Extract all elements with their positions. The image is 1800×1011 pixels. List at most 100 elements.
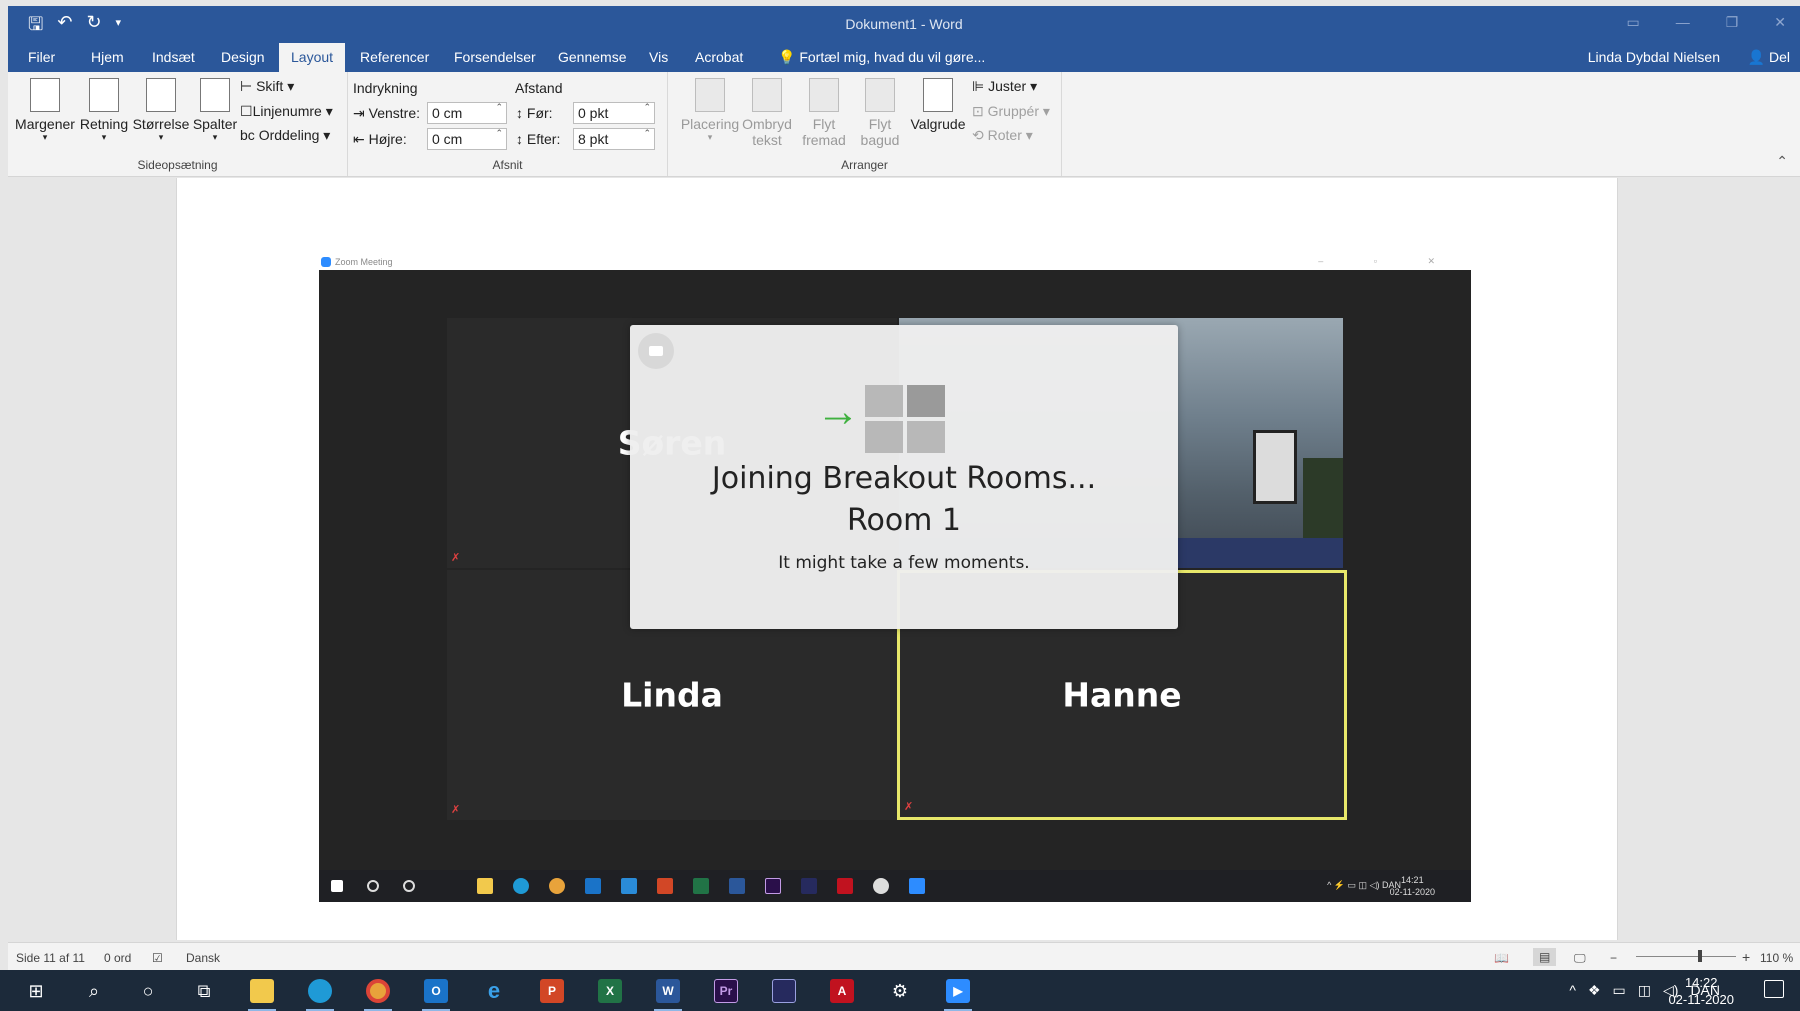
- proofing-icon[interactable]: ☑: [152, 951, 163, 965]
- page-count[interactable]: Side 11 af 11: [16, 951, 85, 965]
- collapse-ribbon-icon[interactable]: ⌃: [1776, 153, 1788, 170]
- tab-review[interactable]: Gennemse: [558, 49, 626, 65]
- close-icon[interactable]: ✕: [1774, 14, 1786, 31]
- bring-forward-label-2: fremad: [802, 132, 846, 148]
- dialog-room: Room 1: [846, 503, 962, 538]
- acrobat-icon: [837, 878, 853, 894]
- premiere-button[interactable]: Pr: [704, 974, 748, 1008]
- cortana-button[interactable]: ○: [126, 974, 170, 1008]
- search-button[interactable]: ⌕: [72, 974, 116, 1008]
- word-icon: W: [656, 979, 680, 1003]
- orientation-button[interactable]: Retning ▾: [78, 78, 130, 143]
- position-button[interactable]: Placering ▾: [680, 78, 740, 143]
- powerpoint-button[interactable]: P: [530, 974, 574, 1008]
- spacing-before-text: Før:: [526, 105, 553, 121]
- zoom-slider-knob[interactable]: [1698, 950, 1702, 962]
- participant-name: Hanne: [1062, 675, 1182, 715]
- line-numbers-button[interactable]: ☐Linjenumre ▾: [240, 103, 333, 120]
- acrobat-button[interactable]: A: [820, 974, 864, 1008]
- tab-design[interactable]: Design: [221, 49, 265, 65]
- word-count[interactable]: 0 ord: [104, 951, 131, 965]
- excel-button[interactable]: X: [588, 974, 632, 1008]
- dropbox-icon[interactable]: ❖: [1588, 982, 1601, 999]
- tab-acrobat[interactable]: Acrobat: [695, 49, 743, 65]
- tab-mailings[interactable]: Forsendelser: [454, 49, 536, 65]
- tab-home[interactable]: Hjem: [91, 49, 124, 65]
- print-layout-icon[interactable]: ▤: [1533, 948, 1557, 966]
- spacing-after-label: ↕ Efter:: [516, 131, 560, 147]
- size-button[interactable]: Størrelse ▾: [132, 78, 190, 143]
- group-label-page-setup: Sideopsætning: [137, 158, 218, 172]
- movie-maker-button[interactable]: [762, 974, 806, 1008]
- group-objects-button[interactable]: ⊡ Gruppér ▾: [972, 103, 1050, 120]
- tab-layout[interactable]: Layout: [279, 43, 346, 72]
- ie-button[interactable]: e: [472, 974, 516, 1008]
- language[interactable]: Dansk: [186, 951, 220, 965]
- tab-references[interactable]: Referencer: [360, 49, 429, 65]
- align-button[interactable]: ⊫ Juster ▾: [972, 78, 1037, 95]
- indent-right-input[interactable]: 0 cm: [427, 128, 507, 150]
- screen: 🖫 ↶ ↻ ▾ Dokument1 - Word ▭ — ❐ ✕ Filer H…: [0, 0, 1800, 1011]
- send-backward-label-2: bagud: [860, 132, 900, 148]
- tab-file[interactable]: Filer: [28, 49, 55, 65]
- taskbar-clock[interactable]: 14:22 02-11-2020: [1668, 974, 1734, 1008]
- breaks-button[interactable]: ⊢ Skift ▾: [240, 78, 294, 95]
- indent-left-input[interactable]: 0 cm: [427, 102, 507, 124]
- user-name[interactable]: Linda Dybdal Nielsen: [1588, 49, 1720, 65]
- battery-icon[interactable]: ▭: [1613, 982, 1626, 999]
- zoom-level[interactable]: 110 %: [1760, 951, 1793, 965]
- read-mode-icon[interactable]: 📖: [1494, 951, 1509, 965]
- zoom-out-icon[interactable]: −: [1610, 951, 1617, 965]
- bring-forward-button[interactable]: Flyt fremad: [796, 78, 852, 148]
- breaks-label: Skift: [256, 78, 284, 94]
- tab-view[interactable]: Vis: [649, 49, 668, 65]
- bring-forward-label-1: Flyt: [812, 116, 836, 132]
- minimize-icon[interactable]: —: [1676, 14, 1690, 31]
- document-page[interactable]: Zoom Meeting – ▫ ✕ Søren ✗ Linda: [176, 178, 1618, 940]
- ribbon-display-icon[interactable]: ▭: [1626, 14, 1639, 31]
- outlook-button[interactable]: O: [414, 974, 458, 1011]
- zoom-title: Zoom Meeting: [335, 257, 393, 267]
- margins-button[interactable]: Margener ▾: [14, 78, 76, 143]
- columns-button[interactable]: Spalter ▾: [190, 78, 240, 143]
- zoom-button[interactable]: ▶: [936, 974, 980, 1011]
- tab-insert[interactable]: Indsæt: [152, 49, 195, 65]
- zoom-slider[interactable]: [1636, 950, 1736, 962]
- explorer-button[interactable]: [240, 974, 284, 1011]
- hyphenation-button[interactable]: bc Orddeling ▾: [240, 127, 330, 144]
- indent-left-label: ⇥ Venstre:: [353, 105, 420, 122]
- task-view-button[interactable]: ⧉: [182, 974, 226, 1008]
- indent-left-icon: ⇥: [353, 105, 365, 121]
- network-icon[interactable]: ◫: [1638, 982, 1651, 999]
- spacing-after-input[interactable]: 8 pkt: [573, 128, 655, 150]
- document-area[interactable]: Zoom Meeting – ▫ ✕ Søren ✗ Linda: [8, 178, 1800, 940]
- indent-right-label: ⇤ Højre:: [353, 131, 407, 148]
- zoom-in-icon[interactable]: +: [1742, 949, 1750, 965]
- embedded-zoom-screenshot[interactable]: Zoom Meeting – ▫ ✕ Søren ✗ Linda: [319, 254, 1471, 902]
- word-icon: [729, 878, 745, 894]
- share-button[interactable]: 👤 Del: [1748, 49, 1790, 66]
- zoom-title-bar: Zoom Meeting – ▫ ✕: [319, 254, 1471, 270]
- title-bar: 🖫 ↶ ↻ ▾ Dokument1 - Word ▭ — ❐ ✕: [8, 6, 1800, 41]
- group-page-setup: Margener ▾ Retning ▾ Størrelse ▾ Spalter ▾ ⊢…: [8, 72, 348, 176]
- edge-icon: [513, 878, 529, 894]
- tell-me-search[interactable]: 💡 Fortæl mig, hvad du vil gøre...: [778, 49, 985, 66]
- orientation-icon: [89, 78, 119, 112]
- web-layout-icon[interactable]: 🖵: [1574, 951, 1586, 966]
- chrome-button[interactable]: [356, 974, 400, 1011]
- align-label: Juster: [988, 78, 1027, 94]
- edge-button[interactable]: [298, 974, 342, 1011]
- start-button[interactable]: ⊞: [14, 974, 58, 1008]
- send-backward-button[interactable]: Flyt bagud: [852, 78, 908, 148]
- word-button[interactable]: W: [646, 974, 690, 1011]
- restore-icon[interactable]: ❐: [1726, 14, 1739, 31]
- selection-pane-button[interactable]: Valgrude: [908, 78, 968, 132]
- spacing-before-input[interactable]: 0 pkt: [573, 102, 655, 124]
- settings-button[interactable]: ⚙: [878, 974, 922, 1008]
- rotate-button[interactable]: ⟲ Roter ▾: [972, 127, 1033, 144]
- group-label-paragraph: Afsnit: [492, 158, 523, 172]
- notifications-icon[interactable]: [1764, 980, 1784, 998]
- wrap-text-button[interactable]: Ombryd tekst: [740, 78, 794, 148]
- show-hidden-icons-icon[interactable]: ^: [1569, 982, 1576, 999]
- spacing-heading: Afstand: [515, 80, 563, 96]
